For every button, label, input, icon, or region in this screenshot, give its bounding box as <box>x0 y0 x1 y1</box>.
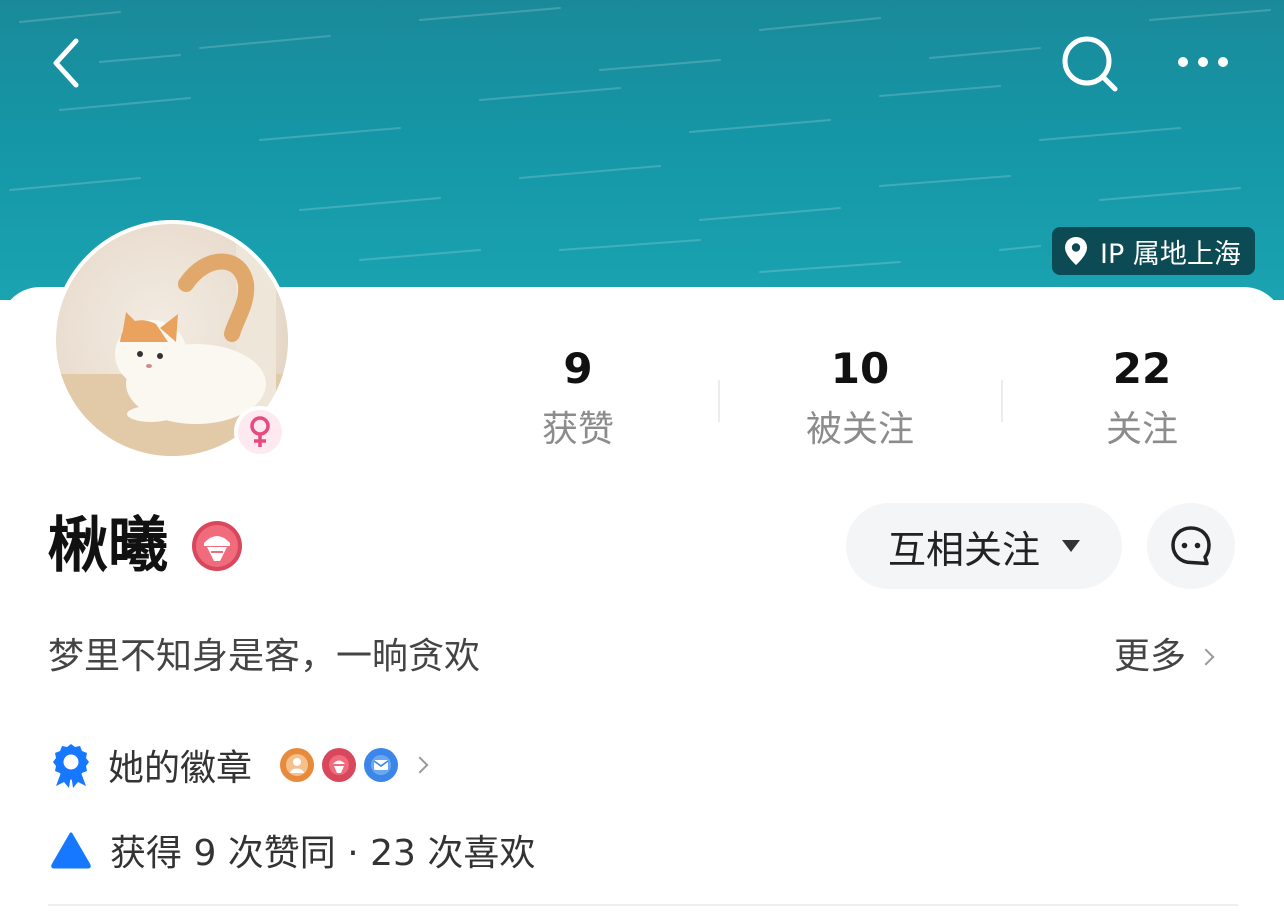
chevron-right-icon <box>1197 648 1215 666</box>
mutual-follow-button[interactable]: 互相关注 <box>846 503 1122 589</box>
stat-following[interactable]: 22 关注 <box>1042 340 1242 458</box>
search-icon <box>1062 36 1118 92</box>
stat-followers[interactable]: 10 被关注 <box>760 340 960 458</box>
back-button[interactable] <box>36 28 96 98</box>
badges-label: 她的徽章 <box>108 748 253 789</box>
stat-likes-value: 9 <box>563 344 593 393</box>
ip-location-text: IP 属地上海 <box>1100 238 1241 270</box>
mutual-follow-label: 互相关注 <box>887 527 1040 572</box>
chevron-right-icon <box>411 756 429 774</box>
more-horizontal-icon <box>1178 57 1228 67</box>
stat-likes-label: 获赞 <box>541 409 614 450</box>
stat-followers-value: 10 <box>830 344 890 393</box>
stat-divider <box>1001 380 1003 422</box>
female-symbol-icon <box>250 416 270 447</box>
stat-likes[interactable]: 9 获赞 <box>478 340 678 458</box>
search-button[interactable] <box>1056 30 1124 98</box>
username: 楸曦 <box>48 511 168 581</box>
section-divider <box>48 904 1238 906</box>
profile-bio: 梦里不知身是客，一晌贪欢 <box>48 636 481 677</box>
more-label: 更多 <box>1114 636 1187 677</box>
bio-more-link[interactable]: 更多 <box>1114 630 1215 684</box>
engagement-summary-text: 获得 9 次赞同 · 23 次喜欢 <box>110 833 536 874</box>
upvote-triangle-icon <box>51 832 91 869</box>
award-ribbon-icon <box>53 744 89 788</box>
badge-icons <box>280 748 406 782</box>
caret-down-icon <box>1062 540 1080 552</box>
stat-followers-label: 被关注 <box>805 409 914 450</box>
engagement-summary: 获得 9 次赞同 · 23 次喜欢 <box>50 822 535 878</box>
message-button[interactable] <box>1147 503 1235 589</box>
gender-female-badge <box>234 406 286 458</box>
chevron-left-icon <box>53 38 79 88</box>
message-badge-icon <box>364 748 399 782</box>
sticker-badge-icon <box>322 748 357 782</box>
chat-bubble-icon <box>1171 526 1211 566</box>
location-pin-icon <box>1065 237 1087 265</box>
sticker-badge-icon[interactable] <box>190 519 244 573</box>
more-options-button[interactable] <box>1170 36 1236 88</box>
stat-divider <box>718 380 720 422</box>
ip-location-badge: IP 属地上海 <box>1052 227 1255 275</box>
person-badge-icon <box>280 748 315 782</box>
stat-following-value: 22 <box>1112 344 1172 393</box>
stat-following-label: 关注 <box>1105 409 1178 450</box>
badges-row[interactable]: 她的徽章 <box>50 737 429 793</box>
